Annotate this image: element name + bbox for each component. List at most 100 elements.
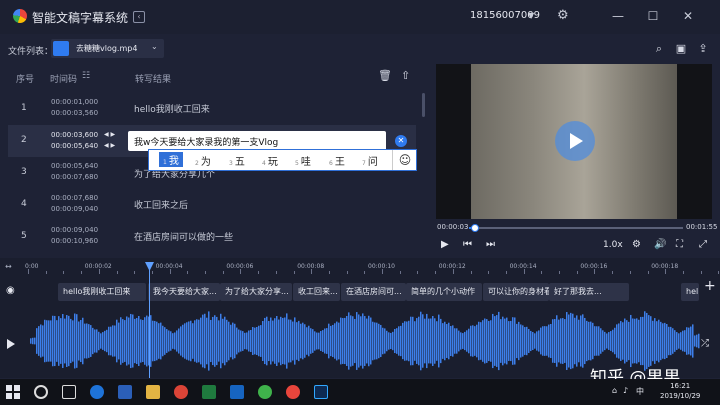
sort-icon[interactable]: ☷ [82, 71, 90, 81]
clock[interactable]: 16:21 2019/10/29 [660, 381, 700, 401]
trash-icon[interactable]: 🗑 [378, 69, 392, 82]
subtitle-segment[interactable]: 为了给大家分享... [220, 283, 292, 301]
photoshop-icon[interactable] [314, 385, 328, 399]
chevron-down-icon[interactable]: ▼ [528, 11, 534, 20]
close-icon[interactable]: ✕ [681, 9, 695, 23]
volume-icon[interactable]: 🔊 [654, 239, 666, 250]
windows-start-icon[interactable] [6, 385, 20, 399]
waveform-bar [434, 318, 436, 364]
waveform-bar [84, 323, 86, 359]
emoji-icon[interactable]: ☺ [392, 150, 417, 170]
waveform-bar [416, 318, 418, 364]
search-icon[interactable]: ⌕ [652, 42, 666, 56]
waveform-bar [462, 333, 464, 349]
network-icon[interactable]: ⌂ [612, 386, 617, 395]
collapse-icon[interactable]: ‹ [133, 11, 145, 23]
excel-icon[interactable] [202, 385, 216, 399]
subtitle-segment[interactable]: 可以让你的身材看起来... [483, 283, 549, 301]
row-start-time: 00:00:01,000 [51, 98, 99, 106]
subtitle-segment[interactable]: 我今天要给大家... [148, 283, 220, 301]
playhead[interactable] [149, 262, 150, 378]
ime-candidate[interactable]: 6王 [329, 153, 345, 168]
ime-candidate[interactable]: 7问 [362, 153, 378, 168]
progress-bar[interactable] [469, 224, 683, 232]
waveform-bar [412, 316, 414, 366]
waveform-bar [518, 321, 520, 361]
outlook-icon[interactable] [230, 385, 244, 399]
waveform-bar [368, 315, 370, 367]
play-overlay-icon[interactable] [555, 121, 595, 161]
maximize-icon[interactable]: ☐ [646, 9, 660, 23]
wechat-icon[interactable] [258, 385, 272, 399]
waveform-bar [238, 329, 240, 353]
task-view-icon[interactable] [62, 385, 76, 399]
audio-play-icon[interactable] [7, 339, 15, 349]
progress-knob[interactable] [470, 224, 479, 232]
row-end-time[interactable]: 00:00:05,640 [51, 142, 98, 150]
ime-candidate[interactable]: 5哇 [295, 153, 311, 168]
ruler-tick [205, 271, 206, 274]
search-icon[interactable] [34, 385, 48, 399]
waveform-bar [394, 328, 396, 354]
previous-icon[interactable]: ⏮ [463, 239, 472, 250]
export-icon[interactable]: ⇧ [401, 69, 410, 82]
file-select[interactable]: 去糖糖vlog.mp4 ⌄ [51, 39, 164, 58]
edge-icon[interactable] [90, 385, 104, 399]
waveform-bar [226, 319, 228, 363]
eye-icon[interactable]: ◉ [6, 285, 15, 296]
ruler-tick [399, 271, 401, 274]
table-row[interactable]: 4 00:00:07,680 00:00:09,040 收工回来之后 [8, 189, 416, 221]
ime-candidate-bar[interactable]: 1我 2为 3五 4玩 5哇 6王 7问 ☺ [148, 149, 417, 171]
subtitle-segment[interactable]: hel [681, 283, 699, 301]
table-row[interactable]: 5 00:00:09,040 00:00:10,960 在酒店房间可以做的一些 [8, 221, 416, 253]
gear-icon[interactable]: ⚙ [557, 9, 571, 23]
subtitle-segment[interactable]: 好了那我去... [549, 283, 629, 301]
chrome-icon[interactable] [174, 385, 188, 399]
subtitle-segment[interactable]: hello我刚收工回来 [58, 283, 146, 301]
time-adjust-icon[interactable]: ◀ ▶ [104, 142, 115, 149]
play-icon[interactable]: ▶ [441, 239, 449, 250]
subtitle-segment[interactable]: 在酒店房间可... [341, 283, 406, 301]
clear-icon[interactable]: ✕ [395, 135, 407, 147]
fullscreen-icon[interactable]: ⤢ [699, 239, 707, 250]
waveform-bar [654, 318, 656, 364]
upload-icon[interactable]: ⇪ [696, 42, 710, 56]
waveform-bar [686, 327, 688, 355]
table-scrollbar[interactable] [422, 93, 425, 117]
settings-icon[interactable]: ⚙ [632, 239, 641, 250]
save-icon[interactable]: ▣ [674, 42, 688, 56]
waveform-bar [490, 320, 492, 362]
playback-speed[interactable]: 1.0x [603, 240, 623, 250]
waveform-bar [480, 322, 482, 360]
ime-candidate[interactable]: 1我 [159, 152, 183, 167]
time-adjust-icon[interactable]: ◀ ▶ [104, 131, 115, 138]
waveform-bar [618, 323, 620, 359]
row-start-time[interactable]: 00:00:03,600 [51, 131, 98, 139]
waveform-bar [418, 316, 420, 366]
waveform-bar [98, 331, 100, 351]
subtitle-segment[interactable]: 收工回来... [293, 283, 340, 301]
explorer-icon[interactable] [146, 385, 160, 399]
subtitle-segment[interactable]: 简单的几个小动作 [406, 283, 482, 301]
minimize-icon[interactable]: — [611, 9, 625, 23]
next-icon[interactable]: ⏭ [486, 239, 495, 250]
screenshot-icon[interactable]: ⛶ [676, 239, 683, 250]
speaker-icon[interactable]: ♪ [623, 386, 628, 395]
word-icon[interactable] [118, 385, 132, 399]
subtitle-app-icon[interactable] [286, 385, 300, 399]
waveform-bar [52, 315, 54, 367]
ime-candidate[interactable]: 4玩 [262, 153, 278, 168]
transcript-edit-input[interactable]: 我w今天要给大家录我的第一支Vlog [128, 131, 386, 151]
ime-indicator[interactable]: 中 [636, 386, 644, 397]
add-icon[interactable]: + [704, 278, 716, 294]
waveform-bar [212, 316, 214, 366]
table-row[interactable]: 1 00:00:01,000 00:00:03,560 hello我刚收工回来 [8, 93, 416, 125]
chevron-down-icon[interactable]: ⌄ [151, 42, 158, 51]
shuffle-icon[interactable]: ⤮ [701, 338, 709, 349]
waveform-bar [92, 327, 94, 355]
waveform-bar [580, 315, 582, 367]
video-player[interactable] [436, 64, 712, 219]
ime-candidate[interactable]: 3五 [229, 153, 245, 168]
ime-candidate[interactable]: 2为 [195, 153, 211, 168]
waveform-bar [424, 318, 426, 364]
